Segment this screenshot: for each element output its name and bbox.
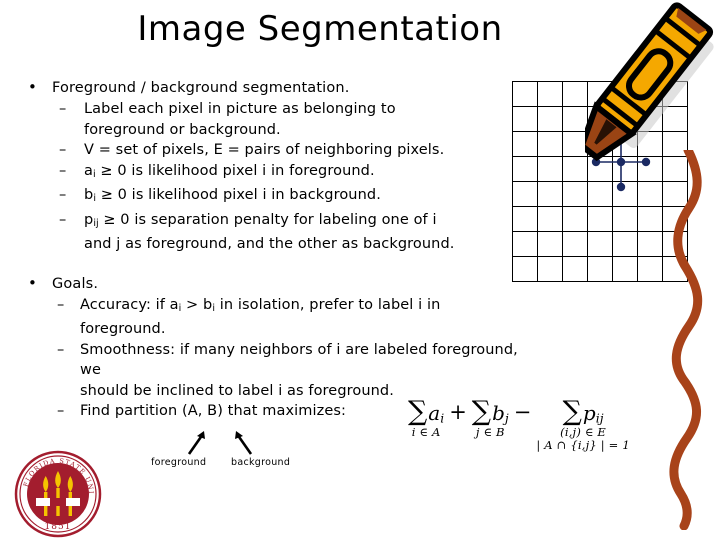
dash-marker: – xyxy=(59,142,67,158)
term-b: bj xyxy=(492,403,509,425)
subitem-line-2: foreground or background. xyxy=(84,121,281,138)
bullet-marker: • xyxy=(28,78,37,96)
subitem-rest: ≥ 0 is likelihood pixel i in foreground. xyxy=(95,162,375,179)
sum-a-limit: i ∈ A xyxy=(411,425,441,440)
dash-marker: – xyxy=(59,162,67,179)
term-p-subscript: ij xyxy=(595,410,604,426)
background-arrow-icon xyxy=(235,431,253,455)
term-a-base: a xyxy=(428,401,441,425)
subitem-line-1: pij ≥ 0 is separation penalty for labeli… xyxy=(84,210,524,235)
accuracy-mid: > b xyxy=(181,296,213,313)
sigma-icon: ∑ xyxy=(408,396,428,427)
bullet-text: Foreground / background segmentation. xyxy=(52,80,350,96)
bullet-marker: • xyxy=(28,273,37,292)
sum-over-b: ∑ bj j ∈ B xyxy=(471,396,509,440)
dash-marker: – xyxy=(59,211,67,228)
seal-banner-center xyxy=(50,498,66,506)
subitem-label-each-pixel: – Label each pixel in picture as belongi… xyxy=(14,99,524,140)
foreground-arrow-icon xyxy=(187,431,205,455)
sigma-icon: ∑ xyxy=(471,396,492,427)
sum-p-limit-edges: (i,j) ∈ E xyxy=(560,425,607,440)
objective-formula: ∑ ai i ∈ A + ∑ bj j ∈ B − ∑ pij (i,j) ∈ … xyxy=(408,396,630,452)
bullet-foreground-background: • Foreground / background segmentation. xyxy=(14,78,524,98)
sum-over-a: ∑ ai i ∈ A xyxy=(408,396,444,440)
subitem-smoothness: – Smoothness: if many neighbors of i are… xyxy=(14,340,524,402)
subitem-a-i-likelihood: – ai ≥ 0 is likelihood pixel i in foregr… xyxy=(14,161,524,186)
subitem-line-2: and j as foreground, and the other as ba… xyxy=(84,236,455,253)
page-title: Image Segmentation xyxy=(137,9,503,49)
dash-marker: – xyxy=(59,101,67,117)
slide-body: • Foreground / background segmentation. … xyxy=(14,78,524,422)
sum-over-p: ∑ pij (i,j) ∈ E | A ∩ {i,j} | = 1 xyxy=(536,396,630,452)
bullet-text: Goals. xyxy=(52,275,99,292)
subitem-rest: ≥ 0 is likelihood pixel i in background. xyxy=(95,187,381,204)
squiggle-path xyxy=(669,150,703,530)
dash-marker: – xyxy=(57,403,65,420)
subitem-line-1: V = set of pixels, E = pairs of neighbor… xyxy=(84,142,445,158)
seal-year: 1851 xyxy=(45,522,72,532)
background-callout-label: background xyxy=(231,457,291,468)
subitem-line-1: bi ≥ 0 is likelihood pixel i in backgrou… xyxy=(84,185,524,210)
term-b-base: b xyxy=(492,401,505,425)
subitem-line-1: Accuracy: if ai > bi in isolation, prefe… xyxy=(80,295,524,340)
variable-p: p xyxy=(84,211,94,228)
minus-operator: − xyxy=(513,400,532,424)
subitem-rest: ≥ 0 is separation penalty for labeling o… xyxy=(98,211,437,228)
sum-b-limit: j ∈ B xyxy=(475,425,505,440)
foreground-callout-label: foreground xyxy=(151,457,207,468)
subitem-accuracy: – Accuracy: if ai > bi in isolation, pre… xyxy=(14,295,524,340)
subitem-line-1: Label each pixel in picture as belonging… xyxy=(84,101,396,117)
variable-a: a xyxy=(84,162,93,179)
dash-marker: – xyxy=(59,187,67,204)
accuracy-prefix: Accuracy: if a xyxy=(80,296,179,313)
south-node xyxy=(616,182,626,192)
dash-marker: – xyxy=(57,341,65,358)
dash-marker: – xyxy=(57,296,65,313)
variable-b: b xyxy=(84,187,94,204)
fsu-seal-logo: 1851 FLORIDA STATE UNIVERSITY xyxy=(12,448,102,538)
subitem-line-2: should be inclined to label i as foregro… xyxy=(80,382,394,399)
term-a: ai xyxy=(428,403,444,425)
subitem-line-1: Smoothness: if many neighbors of i are l… xyxy=(80,341,518,379)
sigma-icon: ∑ xyxy=(562,396,582,427)
crayon-squiggle-stroke xyxy=(669,150,703,530)
bullet-goals: • Goals. xyxy=(14,274,524,294)
subitem-b-i-likelihood: – bi ≥ 0 is likelihood pixel i in backgr… xyxy=(14,185,524,210)
term-p-base: p xyxy=(582,401,596,425)
sum-p-limit-cut: | A ∩ {i,j} | = 1 xyxy=(536,437,630,452)
subitem-line-1: ai ≥ 0 is likelihood pixel i in foregrou… xyxy=(84,161,524,186)
plus-operator: + xyxy=(449,400,467,424)
crayon-body-group xyxy=(585,2,714,162)
subitem-p-ij-penalty: – pij ≥ 0 is separation penalty for labe… xyxy=(14,210,524,255)
term-p: pij xyxy=(583,403,604,425)
subitem-v-and-e: – V = set of pixels, E = pairs of neighb… xyxy=(14,140,524,161)
